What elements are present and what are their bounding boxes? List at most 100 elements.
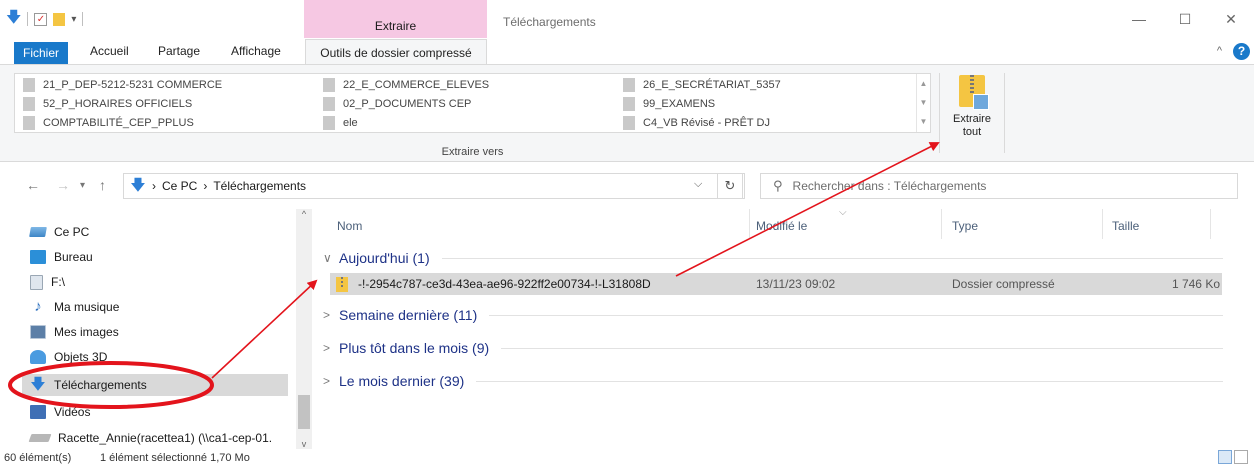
extract-to-gallery: 21_P_DEP-5212-5231 COMMERCE 22_E_COMMERC… — [14, 73, 931, 133]
scroll-up-icon[interactable]: ^ — [296, 209, 312, 219]
file-row[interactable]: -!-2954c787-ce3d-43ea-ae96-922ff2e00734-… — [330, 273, 1222, 295]
column-header-taille[interactable]: Taille — [1112, 219, 1139, 233]
address-dropdown-icon[interactable]: ⌵ — [694, 178, 702, 191]
group-divider — [476, 380, 1223, 382]
nav-item-videos[interactable]: Vidéos — [30, 401, 90, 423]
breadcrumb-ce-pc[interactable]: Ce PC — [162, 179, 197, 193]
column-divider[interactable] — [941, 209, 942, 239]
zip-folder-icon — [336, 276, 348, 292]
group-header-last-month[interactable]: > Le mois dernier (39) — [323, 371, 1223, 391]
gallery-scroll-down-icon[interactable]: ▼ — [917, 93, 930, 112]
gallery-item[interactable]: 52_P_HORAIRES OFFICIELS — [23, 95, 192, 113]
column-divider[interactable] — [1102, 209, 1103, 239]
search-placeholder: Rechercher dans : Téléchargements — [792, 179, 987, 193]
network-drive-icon — [28, 434, 52, 442]
nav-scrollbar[interactable]: ^ v — [296, 209, 312, 449]
extract-all-label-2: tout — [962, 126, 982, 138]
sort-chevron-icon: ⌵ — [839, 207, 847, 218]
gallery-more-icon[interactable]: ▼ — [917, 112, 930, 131]
group-divider — [501, 347, 1223, 349]
nav-item-mes-images[interactable]: Mes images — [30, 321, 119, 343]
gallery-item[interactable]: 22_E_COMMERCE_ELEVES — [323, 76, 489, 94]
search-input[interactable]: ⚲ Rechercher dans : Téléchargements — [760, 173, 1238, 199]
gallery-item[interactable]: COMPTABILITÉ_CEP_PPLUS — [23, 114, 194, 132]
file-icon — [23, 116, 35, 130]
breadcrumb-telechargements[interactable]: Téléchargements — [213, 179, 306, 193]
forward-arrow-icon[interactable]: → — [56, 177, 70, 193]
column-header-type[interactable]: Type — [952, 219, 978, 233]
recent-locations-chevron-icon[interactable]: ▾ — [80, 180, 85, 191]
nav-item-ma-musique[interactable]: ♪ Ma musique — [30, 296, 119, 318]
nav-item-ce-pc[interactable]: Ce PC — [29, 221, 89, 243]
up-arrow-icon[interactable]: ↑ — [99, 177, 106, 193]
nav-item-bureau[interactable]: Bureau — [30, 246, 93, 268]
gallery-item[interactable]: ele — [323, 114, 358, 132]
drive-icon — [30, 274, 43, 290]
file-type: Dossier compressé — [952, 277, 1055, 291]
file-icon — [623, 78, 635, 92]
extract-all-button[interactable]: Extraire tout — [947, 71, 997, 157]
gallery-scroll-up-icon[interactable]: ▲ — [917, 74, 930, 93]
refresh-button[interactable]: ↻ — [717, 173, 743, 199]
file-name: -!-2954c787-ce3d-43ea-ae96-922ff2e00734-… — [358, 277, 651, 291]
file-list: Nom Modifié le ⌵ Type Taille ∨ Aujourd'h… — [313, 207, 1254, 449]
download-icon[interactable]: 🡇 — [6, 7, 21, 32]
file-icon — [323, 97, 335, 111]
column-divider[interactable] — [1210, 209, 1211, 239]
breadcrumb-separator: › — [203, 179, 208, 193]
tab-outils-dossier-compresse[interactable]: Outils de dossier compressé — [305, 39, 487, 65]
properties-icon[interactable]: ✓ — [34, 12, 48, 26]
new-folder-icon[interactable] — [53, 12, 66, 26]
nav-item-network-drive[interactable]: Racette_Annie(racettea1) (\\ca1-cep-01. — [28, 427, 272, 449]
maximize-button[interactable]: ☐ — [1162, 0, 1208, 38]
collapse-ribbon-icon[interactable]: ^ — [1217, 45, 1222, 57]
scroll-thumb[interactable] — [298, 395, 310, 429]
address-bar[interactable]: 🡇 › Ce PC › Téléchargements — [123, 173, 745, 199]
file-icon — [623, 116, 635, 130]
tab-affichage[interactable]: Affichage — [221, 38, 291, 64]
back-arrow-icon[interactable]: ← — [26, 177, 40, 193]
gallery-item[interactable]: C4_VB Révisé - PRÊT DJ — [623, 114, 770, 132]
gallery-item[interactable]: 02_P_DOCUMENTS CEP — [323, 95, 471, 113]
gallery-item[interactable]: 26_E_SECRÉTARIAT_5357 — [623, 76, 781, 94]
nav-item-objets-3d[interactable]: Objets 3D — [30, 346, 107, 368]
3d-objects-icon — [30, 350, 46, 364]
divider — [1004, 73, 1005, 153]
group-header-today[interactable]: ∨ Aujourd'hui (1) — [323, 248, 1223, 268]
column-divider[interactable] — [749, 209, 750, 239]
group-label-extraire-vers: Extraire vers — [441, 146, 504, 158]
minimize-button[interactable]: — — [1116, 0, 1162, 38]
gallery-item[interactable]: 99_EXAMENS — [623, 95, 715, 113]
group-header-last-week[interactable]: > Semaine dernière (11) — [323, 305, 1223, 325]
tab-accueil[interactable]: Accueil — [80, 38, 139, 64]
music-icon: ♪ — [34, 298, 42, 315]
help-icon[interactable]: ? — [1233, 43, 1250, 60]
tab-partage[interactable]: Partage — [148, 38, 210, 64]
file-icon — [23, 78, 35, 92]
chevron-down-icon: ∨ — [323, 251, 332, 265]
status-bar: 60 élément(s) 1 élément sélectionné 1,70… — [0, 449, 1254, 467]
separator — [82, 12, 84, 26]
nav-item-telechargements[interactable]: 🡇 Téléchargements — [22, 374, 288, 396]
nav-item-drive-f[interactable]: F:\ — [30, 271, 65, 293]
group-header-earlier-month[interactable]: > Plus tôt dans le mois (9) — [323, 338, 1223, 358]
file-modified: 13/11/23 09:02 — [756, 277, 836, 291]
gallery-item[interactable]: 21_P_DEP-5212-5231 COMMERCE — [23, 76, 222, 94]
download-icon: 🡇 — [130, 177, 146, 194]
large-icons-view-icon[interactable] — [1234, 450, 1248, 464]
zip-folder-icon — [959, 75, 989, 110]
customize-qat-icon[interactable]: ▾ — [71, 14, 76, 25]
window-controls: — ☐ ✕ — [1116, 0, 1254, 38]
column-header-modifie[interactable]: Modifié le — [756, 219, 807, 233]
details-view-icon[interactable] — [1218, 450, 1232, 464]
status-selection: 1 élément sélectionné 1,70 Mo — [100, 452, 250, 464]
tab-fichier[interactable]: Fichier — [14, 42, 69, 64]
refresh-icon: ↻ — [724, 178, 736, 193]
group-divider — [489, 314, 1223, 316]
scroll-down-icon[interactable]: v — [296, 439, 312, 449]
close-button[interactable]: ✕ — [1208, 0, 1254, 38]
gallery-scrollbar[interactable]: ▲ ▼ ▼ — [916, 74, 930, 132]
file-icon — [323, 78, 335, 92]
column-header-nom[interactable]: Nom — [337, 219, 362, 233]
extract-all-label-1: Extraire — [953, 113, 991, 125]
